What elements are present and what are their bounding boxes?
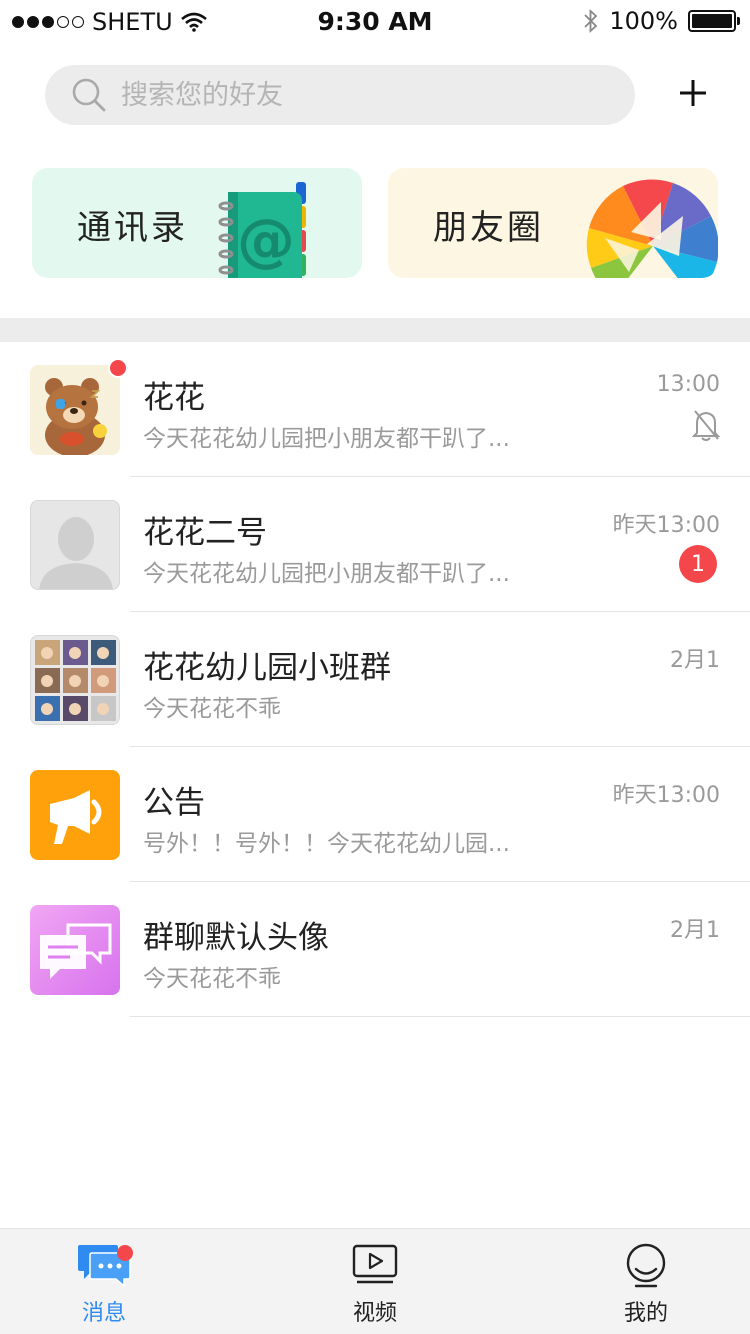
tab-label: 消息 — [81, 1301, 126, 1326]
chat-preview: 今天花花不乖 — [143, 696, 281, 722]
avatar-default-user — [30, 500, 120, 590]
chat-name: 群聊默认头像 — [143, 920, 329, 956]
chat-preview: 号外！！号外！！今天花花幼儿园... — [143, 831, 510, 857]
bear-avatar-image — [45, 378, 107, 455]
unread-dot — [108, 358, 128, 378]
tab-label: 视频 — [352, 1301, 397, 1326]
group-chat-bubbles-icon — [40, 923, 112, 979]
tab-label: 我的 — [623, 1301, 668, 1326]
avatar-group-chat — [30, 905, 120, 995]
add-button[interactable] — [666, 66, 720, 120]
chat-row-announcement[interactable]: 公告 号外！！号外！！今天花花幼儿园... 昨天13:00 — [0, 747, 750, 882]
bluetooth-icon — [584, 8, 598, 34]
moments-card[interactable]: 朋友圈 — [388, 168, 718, 278]
battery-percent: 100% — [609, 7, 678, 35]
chat-time: 13:00 — [656, 372, 720, 397]
chat-row-huahua-2[interactable]: 花花二号 今天花花幼儿园把小朋友都干趴了... 昨天13:00 1 — [0, 477, 750, 612]
row-divider — [130, 1016, 750, 1017]
svg-text:@: @ — [237, 206, 295, 274]
plus-icon — [680, 80, 706, 106]
search-icon — [72, 78, 106, 112]
battery-icon — [688, 10, 740, 32]
chat-time: 2月1 — [670, 918, 720, 943]
tab-bar: 消息 视频 我的 — [0, 1228, 750, 1334]
chat-row-group-default[interactable]: 群聊默认头像 今天花花不乖 2月1 — [0, 882, 750, 1017]
unread-count-badge: 1 — [679, 545, 717, 583]
user-silhouette-icon — [39, 517, 113, 589]
avatar-group-grid — [30, 635, 120, 725]
tab-unread-dot — [117, 1245, 133, 1261]
tab-profile[interactable]: 我的 — [566, 1229, 726, 1334]
chat-preview: 今天花花不乖 — [143, 966, 281, 992]
chat-name: 花花 — [143, 380, 205, 416]
chat-preview: 今天花花幼儿园把小朋友都干趴了... — [143, 561, 510, 587]
chat-time: 2月1 — [670, 648, 720, 673]
chat-time: 昨天13:00 — [612, 783, 720, 808]
chat-time: 昨天13:00 — [612, 513, 720, 538]
chat-row-kindergarten-group[interactable]: 花花幼儿园小班群 今天花花不乖 2月1 — [0, 612, 750, 747]
smiley-profile-icon — [626, 1243, 666, 1288]
megaphone-icon — [50, 790, 102, 844]
video-play-icon — [352, 1244, 398, 1284]
mute-bell-icon — [692, 410, 720, 441]
address-book-icon: @ — [218, 182, 306, 278]
chat-preview: 今天花花幼儿园把小朋友都干趴了... — [143, 426, 510, 452]
chat-name: 花花幼儿园小班群 — [143, 650, 391, 686]
contacts-card-label: 通讯录 — [77, 208, 188, 248]
section-divider — [0, 318, 750, 342]
tab-video[interactable]: 视频 — [295, 1229, 455, 1334]
moments-card-label: 朋友圈 — [433, 208, 544, 248]
avatar-bear — [30, 365, 120, 455]
tab-messages[interactable]: 消息 — [24, 1229, 184, 1334]
chat-row-huahua[interactable]: 花花 今天花花幼儿园把小朋友都干趴了... 13:00 — [0, 342, 750, 477]
status-bar: SHETU 9:30 AM 100% — [0, 0, 750, 42]
search-input[interactable] — [121, 79, 601, 111]
search-bar[interactable] — [45, 65, 635, 125]
camera-aperture-icon — [586, 179, 718, 278]
contacts-card[interactable]: 通讯录 @ — [32, 168, 362, 278]
status-right: 100% — [583, 7, 740, 35]
chat-name: 花花二号 — [143, 515, 267, 551]
battery-level — [692, 14, 732, 28]
group-member-grid-image — [35, 640, 116, 721]
chat-name: 公告 — [143, 785, 205, 821]
avatar-announcement — [30, 770, 120, 860]
